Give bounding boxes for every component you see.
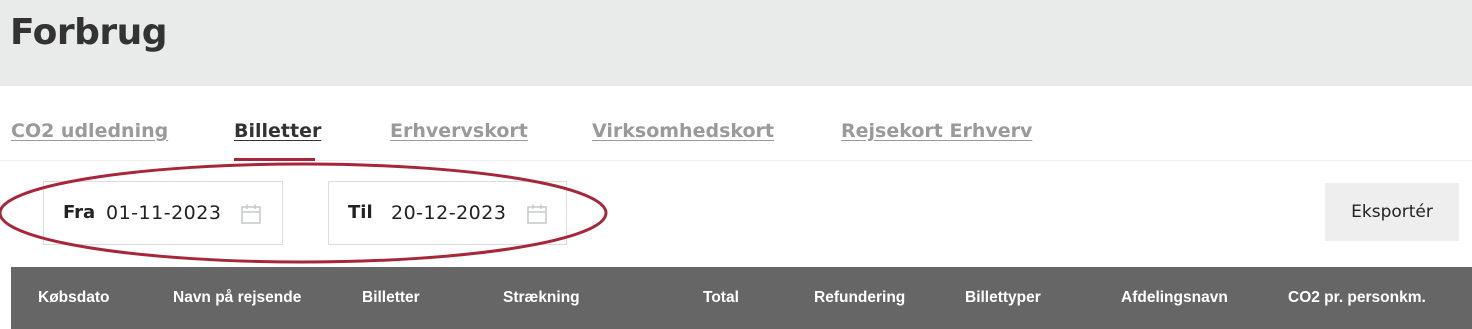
column-header-billettyper[interactable]: Billettyper [965,289,1041,307]
column-header-billetter[interactable]: Billetter [362,289,420,307]
column-header-straekning[interactable]: Strækning [503,289,580,307]
column-header-co2-pr-personkm[interactable]: CO2 pr. personkm. [1288,289,1426,307]
column-header-total[interactable]: Total [703,289,739,307]
column-header-afdelingsnavn[interactable]: Afdelingsnavn [1121,289,1228,307]
calendar-icon[interactable] [240,203,262,225]
tab-virksomhedskort[interactable]: Virksomhedskort [592,120,774,142]
page-header: Forbrug [0,0,1472,86]
page-title: Forbrug [10,12,168,53]
export-button[interactable]: Eksportér [1325,183,1459,241]
column-header-refundering[interactable]: Refundering [814,289,905,307]
tab-billetter[interactable]: Billetter [234,120,321,142]
calendar-icon[interactable] [526,203,548,225]
active-tab-indicator [234,158,315,161]
from-date-field[interactable]: Fra 01-11-2023 [43,181,283,245]
tab-bar: CO2 udledning Billetter Erhvervskort Vir… [0,112,1472,161]
column-header-kobsdato[interactable]: Købsdato [38,289,109,307]
tab-co2-udledning[interactable]: CO2 udledning [11,120,168,142]
table-header-row: Købsdato Navn på rejsende Billetter Stræ… [11,267,1472,329]
to-date-label: Til [348,202,373,223]
to-date-value: 20-12-2023 [391,202,507,224]
tab-rejsekort-erhverv[interactable]: Rejsekort Erhverv [841,120,1032,142]
tab-erhvervskort[interactable]: Erhvervskort [390,120,528,142]
from-date-label: Fra [63,202,96,223]
column-header-navn-pa-rejsende[interactable]: Navn på rejsende [173,289,301,307]
to-date-field[interactable]: Til 20-12-2023 [328,181,567,245]
from-date-value: 01-11-2023 [106,202,222,224]
